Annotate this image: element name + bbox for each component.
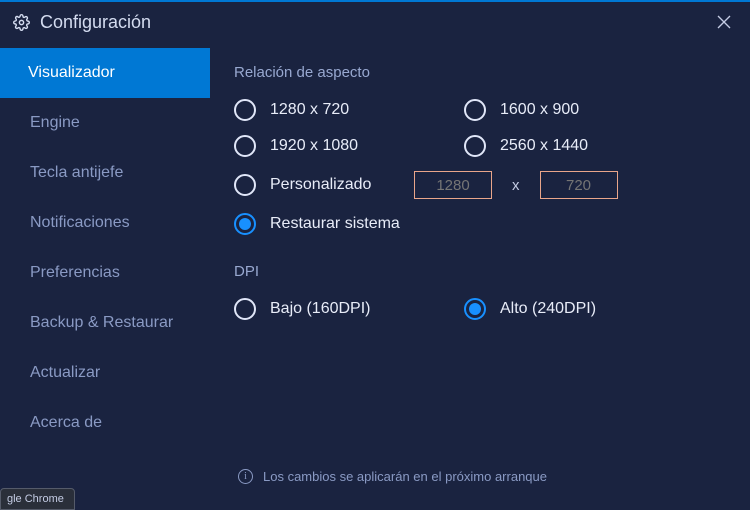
sidebar-item-label: Acerca de bbox=[30, 414, 102, 432]
aspect-option-2560x1440[interactable]: 2560 x 1440 bbox=[464, 135, 694, 157]
radio-label: 1600 x 900 bbox=[500, 101, 579, 119]
aspect-section-title: Relación de aspecto bbox=[234, 64, 726, 81]
content-pane: Relación de aspecto 1280 x 720 1600 x 90… bbox=[210, 42, 750, 510]
sidebar-item-visualizador[interactable]: Visualizador bbox=[0, 48, 210, 98]
radio-label: 1920 x 1080 bbox=[270, 137, 358, 155]
dpi-option-low[interactable]: Bajo (160DPI) bbox=[234, 298, 464, 320]
sidebar-item-label: Actualizar bbox=[30, 364, 100, 382]
sidebar-item-notificaciones[interactable]: Notificaciones bbox=[0, 198, 210, 248]
sidebar-item-label: Visualizador bbox=[28, 64, 115, 82]
radio-icon[interactable] bbox=[234, 298, 256, 320]
sidebar-item-backup-restaurar[interactable]: Backup & Restaurar bbox=[0, 298, 210, 348]
sidebar-item-tecla-antijefe[interactable]: Tecla antijefe bbox=[0, 148, 210, 198]
radio-icon[interactable] bbox=[464, 135, 486, 157]
sidebar-item-label: Backup & Restaurar bbox=[30, 314, 173, 332]
aspect-option-restore[interactable]: Restaurar sistema bbox=[234, 213, 726, 235]
radio-label: Restaurar sistema bbox=[270, 215, 400, 233]
radio-label: Bajo (160DPI) bbox=[270, 300, 371, 318]
sidebar-item-label: Engine bbox=[30, 114, 80, 132]
close-button[interactable] bbox=[710, 8, 738, 36]
sidebar: Visualizador Engine Tecla antijefe Notif… bbox=[0, 42, 210, 510]
sidebar-item-acerca-de[interactable]: Acerca de bbox=[0, 398, 210, 448]
radio-icon[interactable] bbox=[234, 174, 256, 196]
aspect-option-1600x900[interactable]: 1600 x 900 bbox=[464, 99, 694, 121]
sidebar-item-actualizar[interactable]: Actualizar bbox=[0, 348, 210, 398]
custom-width-input[interactable] bbox=[414, 171, 492, 199]
radio-label: Alto (240DPI) bbox=[500, 300, 596, 318]
aspect-option-custom[interactable]: Personalizado x bbox=[234, 171, 726, 199]
radio-label: 2560 x 1440 bbox=[500, 137, 588, 155]
dpi-option-high[interactable]: Alto (240DPI) bbox=[464, 298, 694, 320]
sidebar-item-label: Tecla antijefe bbox=[30, 164, 123, 182]
radio-label: 1280 x 720 bbox=[270, 101, 349, 119]
taskbar-tab-label: gle Chrome bbox=[7, 493, 64, 505]
sidebar-item-label: Notificaciones bbox=[30, 214, 130, 232]
radio-icon[interactable] bbox=[464, 298, 486, 320]
aspect-option-1920x1080[interactable]: 1920 x 1080 bbox=[234, 135, 464, 157]
custom-height-input[interactable] bbox=[540, 171, 618, 199]
dimension-separator: x bbox=[506, 177, 526, 194]
taskbar-tab[interactable]: gle Chrome bbox=[0, 488, 75, 510]
window-title: Configuración bbox=[40, 12, 710, 33]
radio-label: Personalizado bbox=[270, 176, 400, 194]
titlebar: Configuración bbox=[0, 0, 750, 42]
info-note: i Los cambios se aplicarán en el próximo… bbox=[238, 469, 547, 484]
dpi-section-title: DPI bbox=[234, 263, 726, 280]
info-text: Los cambios se aplicarán en el próximo a… bbox=[263, 469, 547, 484]
radio-icon[interactable] bbox=[234, 213, 256, 235]
info-icon: i bbox=[238, 469, 253, 484]
radio-icon[interactable] bbox=[234, 99, 256, 121]
sidebar-item-preferencias[interactable]: Preferencias bbox=[0, 248, 210, 298]
sidebar-item-engine[interactable]: Engine bbox=[0, 98, 210, 148]
sidebar-item-label: Preferencias bbox=[30, 264, 120, 282]
radio-icon[interactable] bbox=[464, 99, 486, 121]
radio-icon[interactable] bbox=[234, 135, 256, 157]
gear-icon bbox=[12, 13, 30, 31]
aspect-option-1280x720[interactable]: 1280 x 720 bbox=[234, 99, 464, 121]
